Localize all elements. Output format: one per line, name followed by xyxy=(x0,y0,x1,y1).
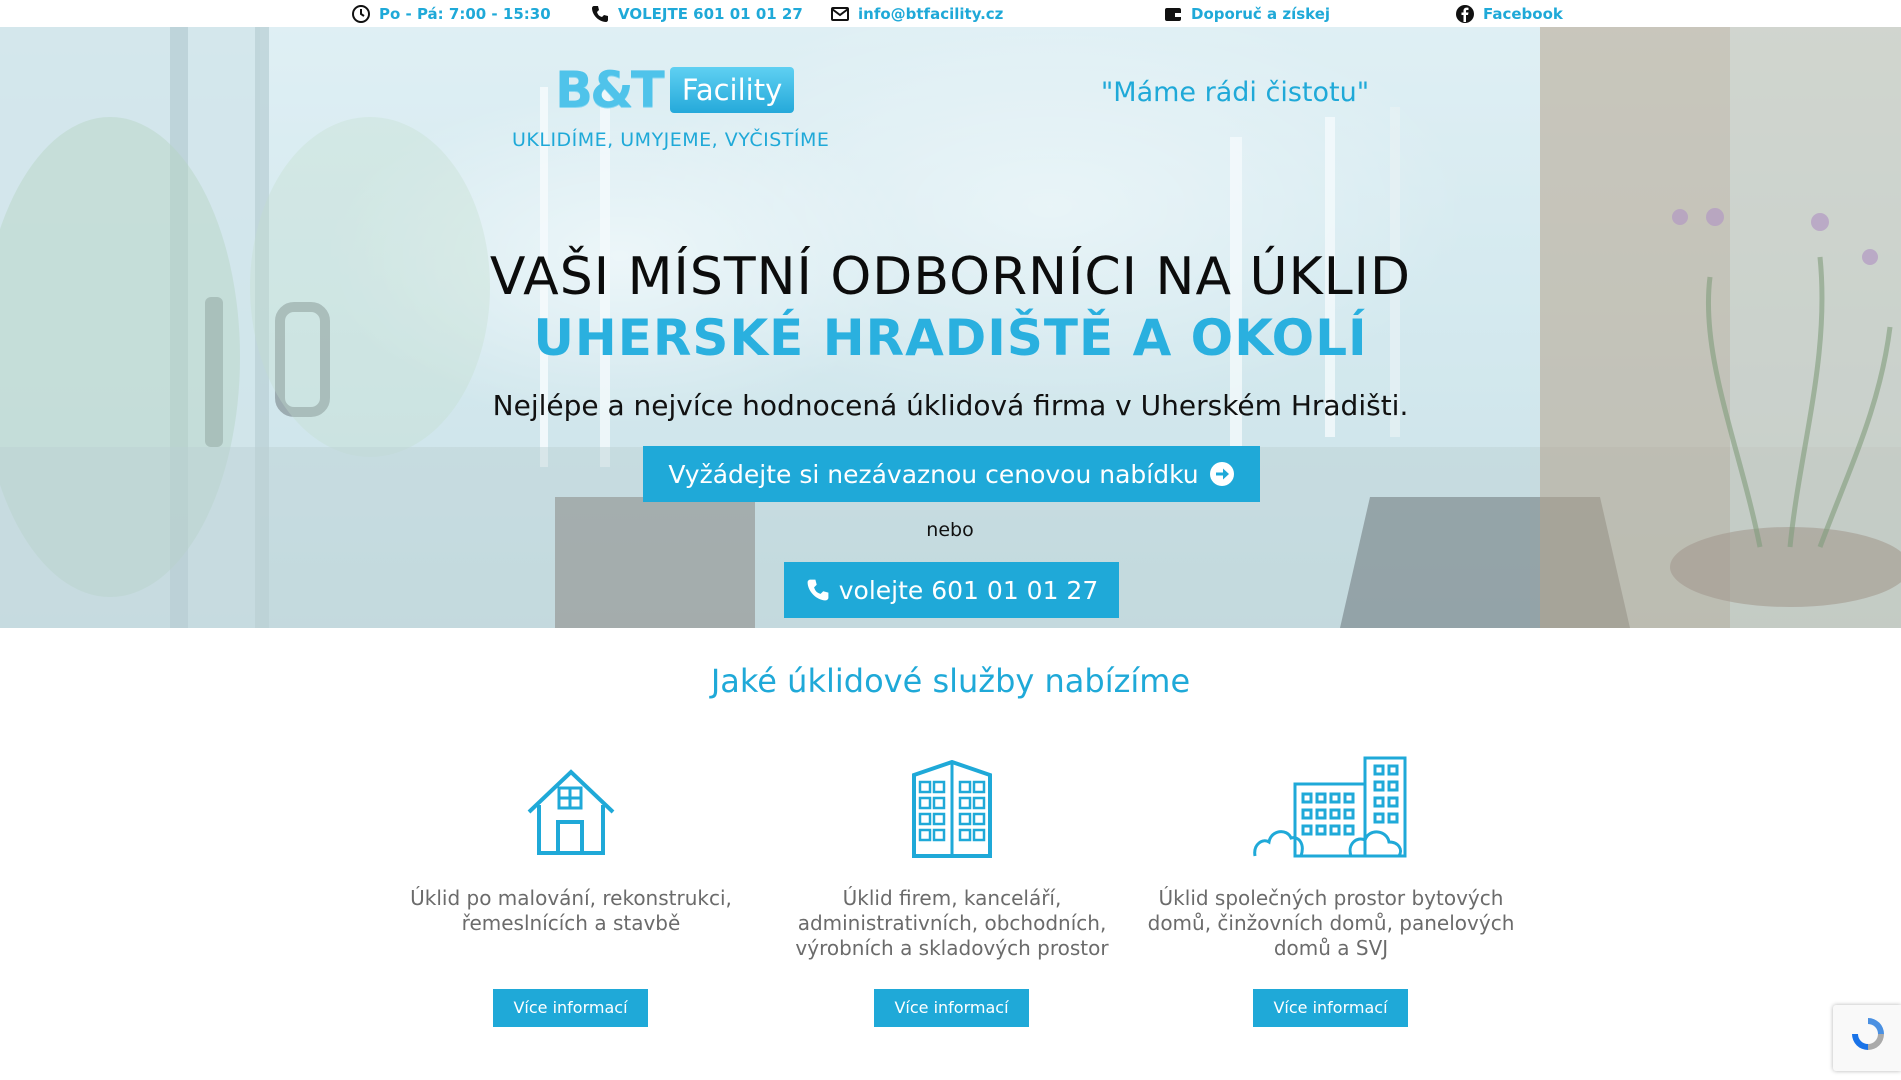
apartment-buildings-icon xyxy=(1253,756,1407,858)
logo-tagline: UKLIDÍME, UMYJEME, VYČISTÍME xyxy=(512,129,830,151)
recaptcha-badge[interactable] xyxy=(1833,1005,1901,1071)
email-link-text: info@btfacility.cz xyxy=(858,5,1004,23)
service-card-renovation: Úklid po malování, rekonstrukci, řemesln… xyxy=(381,760,761,1027)
more-info-button[interactable]: Více informací xyxy=(1253,989,1408,1027)
recaptcha-icon xyxy=(1852,1018,1884,1050)
hero-headline-accent: UHERSKÉ HRADIŠTĚ A OKOLÍ xyxy=(533,309,1368,367)
facebook-link[interactable]: Facebook xyxy=(1455,4,1563,24)
phone-link-text: VOLEJTE 601 01 01 27 xyxy=(618,5,803,23)
more-info-button[interactable]: Více informací xyxy=(874,989,1029,1027)
logo[interactable]: B&T Facility xyxy=(555,61,795,119)
service-description: Úklid firem, kanceláří, administrativníc… xyxy=(795,886,1109,960)
request-quote-label: Vyžádejte si nezávaznou cenovou nabídku xyxy=(668,459,1199,489)
motto: "Máme rádi čistotu" xyxy=(1100,77,1370,108)
call-button-label: volejte 601 01 01 27 xyxy=(838,575,1099,605)
call-button[interactable]: volejte 601 01 01 27 xyxy=(784,562,1119,618)
phone-link[interactable]: VOLEJTE 601 01 01 27 xyxy=(590,4,803,24)
recommend-link[interactable]: Doporuč a získej xyxy=(1163,4,1330,24)
recommend-link-text: Doporuč a získej xyxy=(1191,5,1331,23)
office-building-icon xyxy=(912,760,992,858)
service-card-apartments: Úklid společných prostor bytových domů, … xyxy=(1141,756,1521,1027)
logo-mark: B&T xyxy=(555,61,665,119)
hero-section: B&T Facility UKLIDÍME, UMYJEME, VYČISTÍM… xyxy=(0,27,1901,628)
arrow-circle-right-icon xyxy=(1209,462,1234,486)
top-contact-bar: Po - Pá: 7:00 - 15:30 VOLEJTE 601 01 01 … xyxy=(0,0,1901,27)
service-description: Úklid po malování, rekonstrukci, řemesln… xyxy=(410,886,732,935)
more-info-button[interactable]: Více informací xyxy=(493,989,648,1027)
opening-hours: Po - Pá: 7:00 - 15:30 xyxy=(351,4,551,24)
hero-subline: Nejlépe a nejvíce hodnocená úklidová fir… xyxy=(492,389,1409,422)
phone-icon xyxy=(807,579,829,601)
services-title: Jaké úklidové služby nabízíme xyxy=(710,662,1191,700)
email-link[interactable]: info@btfacility.cz xyxy=(830,4,1003,24)
service-card-offices: Úklid firem, kanceláří, administrativníc… xyxy=(762,760,1142,1027)
request-quote-button[interactable]: Vyžádejte si nezávaznou cenovou nabídku xyxy=(643,446,1260,502)
phone-icon xyxy=(592,6,608,22)
clock-icon xyxy=(352,5,370,23)
or-separator: nebo xyxy=(926,519,974,541)
logo-facility-badge: Facility xyxy=(669,67,795,113)
opening-hours-text: Po - Pá: 7:00 - 15:30 xyxy=(379,5,551,23)
house-icon xyxy=(527,769,615,855)
hero-headline: VAŠI MÍSTNÍ ODBORNÍCI NA ÚKLID xyxy=(489,247,1412,307)
facebook-icon xyxy=(1456,5,1474,23)
wallet-icon xyxy=(1165,8,1181,21)
service-description: Úklid společných prostor bytových domů, … xyxy=(1147,886,1515,960)
envelope-icon xyxy=(831,7,849,21)
facebook-link-text: Facebook xyxy=(1483,5,1563,23)
